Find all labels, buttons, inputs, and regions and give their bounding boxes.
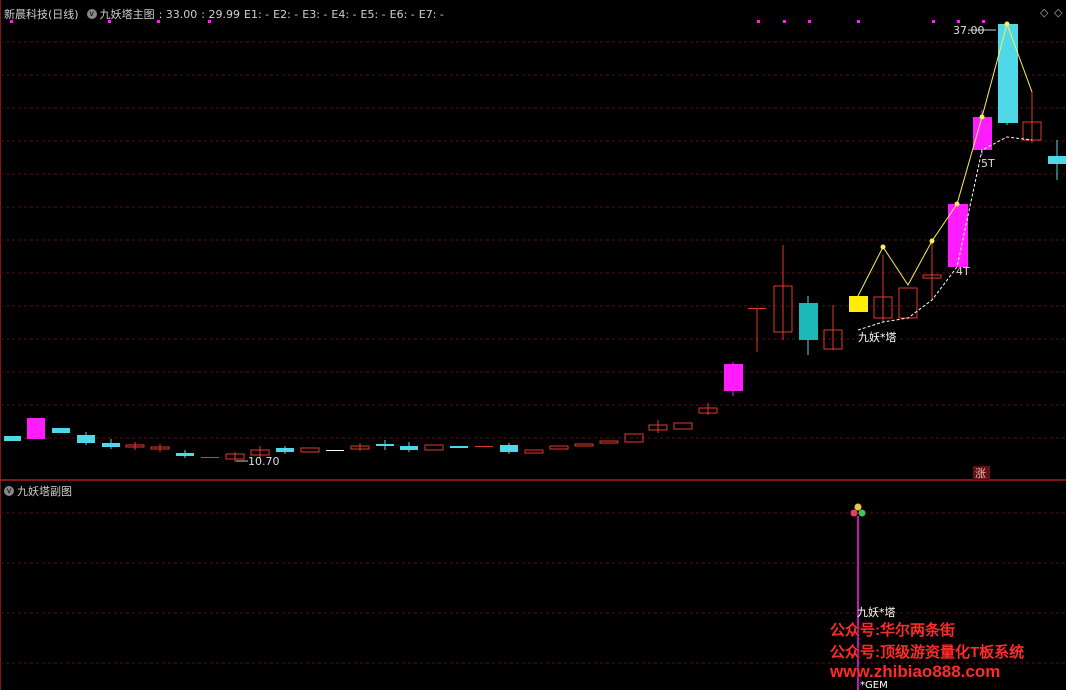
watermark-line-2: 公众号:顶级游资量化T板系统: [830, 644, 1025, 661]
label-5t: 5T: [981, 157, 995, 170]
main-grid: [0, 41, 1066, 439]
kline-chart: 37.00 10.70 5T 4T 九妖*塔 涨 九妖*塔 *GEM: [0, 20, 1066, 690]
sub-tower-label: 九妖*塔: [857, 605, 896, 619]
high-label: 37.00: [953, 24, 985, 37]
signal-icon: [850, 503, 866, 517]
label-4t: 4T: [956, 265, 970, 278]
watermark-line-3: www.zhibiao888.com: [830, 662, 1001, 681]
sub-title[interactable]: 九妖塔副图: [17, 483, 72, 499]
low-label: 10.70: [248, 455, 280, 468]
sub-toggle-icon[interactable]: v: [4, 486, 14, 496]
candles[interactable]: [4, 23, 1066, 462]
watermark-line-1: 公众号:华尔两条街: [830, 622, 955, 639]
zhang-label: 涨: [975, 467, 986, 480]
tower-label: 九妖*塔: [858, 330, 897, 344]
sub-header: v 九妖塔副图: [4, 483, 72, 499]
signal-dots: [10, 20, 985, 23]
